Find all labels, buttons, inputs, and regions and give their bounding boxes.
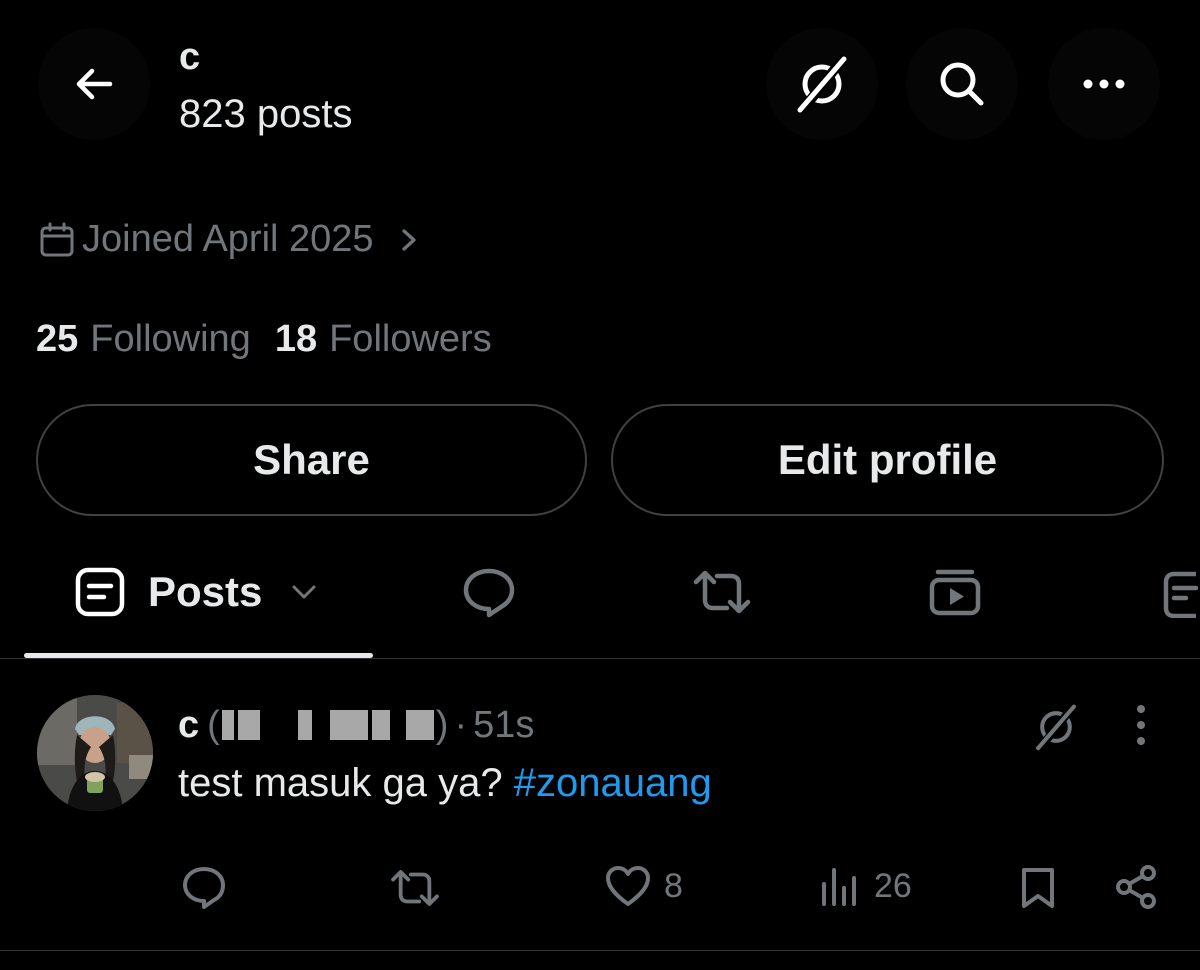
redaction-block (329, 710, 368, 740)
post-timestamp[interactable]: 51s (473, 704, 534, 747)
back-button[interactable] (38, 28, 150, 140)
avatar[interactable] (37, 695, 153, 811)
posts-icon (75, 567, 125, 617)
reply-button[interactable] (180, 864, 228, 912)
edit-profile-button[interactable]: Edit profile (611, 404, 1164, 516)
grok-icon (797, 55, 847, 113)
tab-reposts[interactable] (690, 540, 754, 644)
post-text: test masuk ga ya? #zonauang (178, 761, 712, 806)
post-header: c ( ) · 51s (178, 701, 534, 749)
handle-close-paren: ) (435, 703, 449, 746)
post-more-button[interactable] (1124, 703, 1158, 752)
joined-date[interactable]: Joined April 2025 (38, 218, 424, 261)
heart-icon (606, 866, 650, 906)
tab-articles[interactable] (1160, 540, 1200, 644)
post-author-name[interactable]: c (178, 704, 199, 747)
bookmark-button[interactable] (1016, 864, 1060, 912)
grok-button[interactable] (766, 28, 878, 140)
following-link[interactable]: 25 Following (36, 318, 251, 361)
post-actions: 8 26 (0, 864, 1200, 924)
more-vertical-icon (1137, 705, 1145, 745)
like-count: 8 (664, 866, 683, 905)
search-button[interactable] (906, 28, 1018, 140)
view-count: 26 (874, 866, 912, 905)
reply-icon (183, 867, 225, 909)
videos-icon (929, 569, 981, 616)
following-label: Following (90, 318, 251, 360)
profile-name: c (179, 36, 201, 78)
post-author-handle[interactable]: ( ) (207, 704, 448, 747)
more-options-button[interactable] (1048, 28, 1160, 140)
views-button[interactable]: 26 (818, 864, 912, 908)
redaction-block (237, 710, 260, 740)
calendar-icon (40, 222, 74, 256)
redaction-block (297, 710, 312, 740)
post-divider (0, 950, 1200, 951)
grok-icon (1036, 703, 1077, 751)
redaction-block (405, 710, 434, 740)
redaction-block (371, 710, 390, 740)
redaction-block (221, 710, 234, 740)
tab-replies[interactable] (460, 540, 518, 644)
followers-label: Followers (329, 318, 492, 360)
post-hashtag[interactable]: #zonauang (514, 761, 712, 805)
post-grok-button[interactable] (1030, 701, 1082, 758)
repost-button[interactable] (388, 864, 442, 912)
handle-open-paren: ( (207, 703, 220, 746)
chevron-right-icon (401, 228, 416, 251)
arrow-left-icon (76, 68, 113, 100)
joined-text: Joined April 2025 (82, 218, 374, 260)
avatar-photo (37, 695, 153, 811)
views-icon (822, 868, 856, 906)
share-post-button[interactable] (1114, 864, 1160, 910)
followers-count: 18 (274, 318, 318, 360)
profile-page: c 823 posts Joined April 2025 25 Followi… (0, 0, 1200, 970)
share-button[interactable]: Share (36, 404, 587, 516)
profile-tabs: Posts (0, 540, 1200, 658)
tab-posts-label: Posts (148, 568, 263, 615)
post-separator: · (454, 703, 468, 746)
chevron-down-icon (292, 585, 316, 599)
bookmark-icon (1022, 868, 1054, 908)
following-count: 25 (36, 318, 79, 360)
post-item[interactable]: c ( ) · 51s test masuk ga ya? #zonauang … (0, 659, 1200, 949)
share-icon (1116, 865, 1156, 909)
post-body: test masuk ga ya? (178, 761, 503, 805)
repost-icon (391, 870, 439, 906)
reposts-icon (693, 570, 751, 614)
replies-icon (463, 568, 515, 618)
tab-posts[interactable]: Posts (74, 540, 320, 644)
tab-videos[interactable] (926, 540, 984, 644)
post-count: 823 posts (179, 92, 353, 136)
followers-link[interactable]: 18 Followers (275, 318, 492, 361)
follow-stats: 25 Following 18 Followers (36, 318, 492, 361)
like-button[interactable]: 8 (604, 864, 683, 908)
more-icon (1083, 79, 1125, 89)
articles-icon (1163, 571, 1199, 618)
search-icon (940, 62, 984, 106)
